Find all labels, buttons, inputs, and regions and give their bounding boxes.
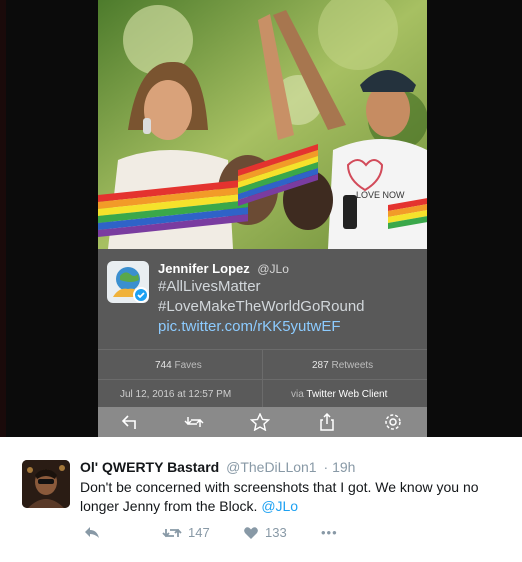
embedded-via: via Twitter Web Client [291, 389, 387, 400]
faves-label: Faves [174, 360, 202, 371]
like-button[interactable]: 133 [243, 525, 287, 540]
embedded-author-handle: @JLo [257, 262, 289, 276]
reply-author-handle[interactable]: @TheDiLLon1 [226, 459, 317, 475]
reply-tweet[interactable]: Ol' QWERTY Bastard @TheDiLLon1 · 19h Don… [0, 437, 522, 562]
photo-shirt-text: LOVE NOW [356, 190, 405, 200]
reply-icon [85, 527, 99, 538]
embedded-date: Jul 12, 2016 at 12:57 PM [120, 389, 232, 400]
more-button[interactable]: ••• [321, 525, 338, 540]
more-icon: ••• [321, 525, 338, 540]
screenshot-image[interactable]: LOVE NOW Jennifer Lopez @JLo #AllLivesMa… [98, 0, 427, 437]
reply-arrow-icon [121, 415, 136, 429]
share-icon [320, 413, 334, 431]
embedded-stats: 744 Faves 287 Retweets [98, 349, 427, 408]
gear-icon [385, 414, 401, 430]
embedded-toolbar [98, 407, 427, 437]
embedded-meta: Jul 12, 2016 at 12:57 PM via Twitter Web… [98, 379, 427, 408]
faves-count: 744 [155, 360, 172, 371]
reply-mention-link[interactable]: @JLo [261, 498, 298, 514]
concert-photo: LOVE NOW [98, 0, 427, 249]
retweet-icon [162, 528, 182, 537]
embedded-hashtag-2: #LoveMakeTheWorldGoRound [158, 298, 365, 315]
reply-time[interactable]: 19h [332, 459, 355, 475]
embedded-avatar [107, 261, 149, 303]
like-count: 133 [265, 525, 287, 540]
reply-separator: · [323, 459, 329, 475]
embedded-author: Jennifer Lopez @JLo [158, 261, 289, 276]
retweet-button[interactable]: 147 [162, 525, 210, 540]
embedded-tweet: Jennifer Lopez @JLo #AllLivesMatter #Lov… [98, 249, 427, 349]
reply-avatar[interactable] [22, 460, 70, 508]
embedded-author-name: Jennifer Lopez [158, 261, 250, 276]
retweet-icon [184, 417, 204, 427]
reply-author-name[interactable]: Ol' QWERTY Bastard [80, 459, 219, 475]
retweets-label: Retweets [331, 360, 374, 371]
reply-header: Ol' QWERTY Bastard @TheDiLLon1 · 19h [80, 459, 355, 475]
retweet-count: 147 [188, 525, 210, 540]
reply-text: Don't be concerned with screenshots that… [80, 478, 500, 516]
via-client: Twitter Web Client [306, 389, 388, 400]
overlay-edge [0, 0, 6, 437]
embedded-pic-link: pic.twitter.com/rKK5yutwEF [158, 318, 341, 335]
reply-button[interactable] [84, 525, 100, 539]
star-icon [250, 413, 270, 431]
via-prefix: via [291, 389, 304, 400]
faves-stat: 744 Faves [155, 360, 202, 371]
retweets-stat: 287 Retweets [312, 360, 373, 371]
retweets-count: 287 [312, 360, 329, 371]
heart-icon [244, 526, 258, 539]
embedded-hashtag-1: #AllLivesMatter [158, 278, 261, 295]
